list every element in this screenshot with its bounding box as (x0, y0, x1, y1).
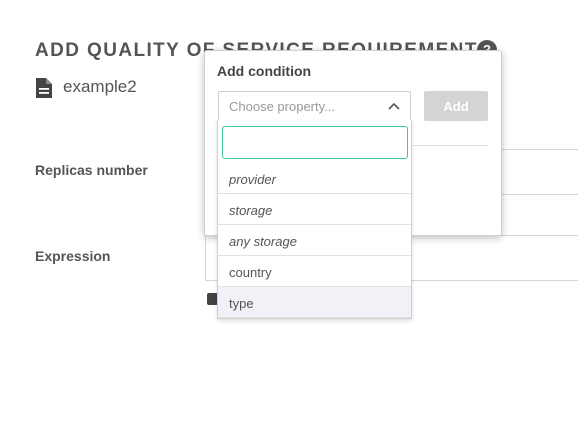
options-list: provider storage any storage country typ… (218, 163, 411, 318)
option-type[interactable]: type (218, 287, 411, 318)
property-select[interactable]: Choose property... (218, 91, 411, 121)
select-placeholder: Choose property... (229, 99, 335, 114)
popover-title: Add condition (217, 63, 312, 79)
file-icon (36, 78, 52, 98)
divider (413, 145, 488, 146)
property-search-input[interactable] (222, 126, 408, 159)
option-any-storage[interactable]: any storage (218, 225, 411, 256)
option-storage[interactable]: storage (218, 194, 411, 225)
option-provider[interactable]: provider (218, 163, 411, 194)
expression-label: Expression (35, 248, 111, 264)
add-button[interactable]: Add (424, 91, 488, 121)
replicas-label: Replicas number (35, 162, 148, 178)
property-dropdown: provider storage any storage country typ… (217, 120, 412, 319)
option-country[interactable]: country (218, 256, 411, 287)
chevron-up-icon (388, 102, 400, 110)
file-name: example2 (63, 77, 137, 96)
